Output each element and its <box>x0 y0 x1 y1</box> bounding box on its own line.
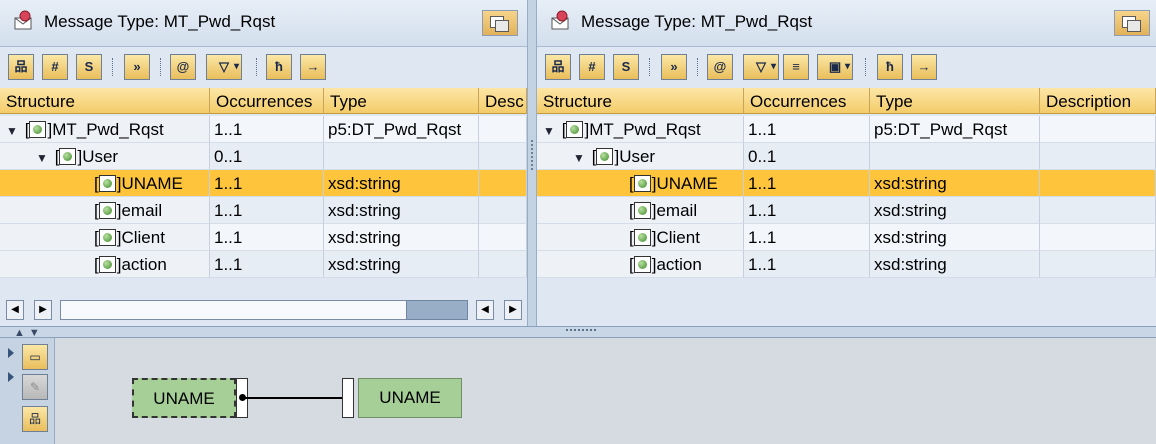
hierarchy-icon[interactable]: 品 <box>8 54 34 80</box>
table-grid-icon[interactable]: # <box>42 54 68 80</box>
table-grid-icon[interactable]: # <box>579 54 605 80</box>
node-icon <box>98 175 116 192</box>
scroll-left-button[interactable]: ◀ <box>476 300 494 320</box>
find-next-icon[interactable]: → <box>300 54 326 80</box>
source-titlebar: Message Type: MT_Pwd_Rqst <box>0 0 527 47</box>
namespace-icon[interactable]: @ <box>707 54 733 80</box>
mapping-editor-area: ▭ ✎ 品 UNAME UNAME <box>0 338 1156 444</box>
node-icon <box>633 202 651 219</box>
table-row[interactable]: []email 1..1 xsd:string <box>537 197 1156 224</box>
target-title: Message Type: MT_Pwd_Rqst <box>581 12 813 31</box>
find-icon[interactable]: ħ <box>266 54 292 80</box>
target-titlebar: Message Type: MT_Pwd_Rqst <box>537 0 1156 47</box>
find-icon[interactable]: ħ <box>877 54 903 80</box>
window-restore-button[interactable] <box>1114 10 1150 36</box>
filter-icon[interactable]: ▽ <box>206 54 242 80</box>
node-icon <box>596 148 614 165</box>
col-description[interactable]: Desc <box>479 88 527 114</box>
toolbar-expand-arrow-icon[interactable] <box>8 348 14 358</box>
node-icon <box>633 229 651 246</box>
mapping-connection-line[interactable] <box>242 397 350 399</box>
filter-icon[interactable]: ▽ <box>743 54 779 80</box>
window-restore-button[interactable] <box>482 10 518 36</box>
scroll-right-button[interactable]: ▶ <box>34 300 52 320</box>
source-icon[interactable]: S <box>76 54 102 80</box>
table-row-selected[interactable]: []UNAME 1..1 xsd:string <box>0 170 527 197</box>
col-type[interactable]: Type <box>870 88 1040 114</box>
edit-icon[interactable]: ✎ <box>22 374 48 400</box>
node-icon <box>566 121 584 138</box>
table-row[interactable]: []email 1..1 xsd:string <box>0 197 527 224</box>
col-description[interactable]: Description <box>1040 88 1156 114</box>
hierarchy-icon[interactable]: 品 <box>545 54 571 80</box>
structure-icon[interactable]: 品 <box>22 406 48 432</box>
find-next-icon[interactable]: → <box>911 54 937 80</box>
collapse-icon[interactable]: ▼ <box>6 124 20 138</box>
target-structure-pane: Message Type: MT_Pwd_Rqst 品 # S » @ ▽ ≡ … <box>537 0 1156 326</box>
scroll-right-button[interactable]: ▶ <box>504 300 522 320</box>
source-structure-pane: Message Type: MT_Pwd_Rqst 品 # S » @ ▽ ħ … <box>0 0 527 326</box>
node-icon <box>633 256 651 273</box>
horizontal-splitter[interactable]: ▲▼ <box>0 326 1156 339</box>
namespace-icon[interactable]: @ <box>170 54 196 80</box>
display-queue-icon[interactable]: ≡ <box>783 54 809 80</box>
col-structure[interactable]: Structure <box>537 88 744 114</box>
source-title: Message Type: MT_Pwd_Rqst <box>44 12 276 31</box>
collapse-icon[interactable]: ▼ <box>573 151 587 165</box>
table-row[interactable]: ▼ []MT_Pwd_Rqst 1..1 p5:DT_Pwd_Rqst <box>537 116 1156 143</box>
table-row-selected[interactable]: []UNAME 1..1 xsd:string <box>537 170 1156 197</box>
message-type-icon <box>551 10 569 30</box>
source-toolbar: 品 # S » @ ▽ ħ → <box>0 50 527 86</box>
expand-all-icon[interactable]: » <box>124 54 150 80</box>
expand-all-icon[interactable]: » <box>661 54 687 80</box>
col-occurrences[interactable]: Occurrences <box>210 88 324 114</box>
vertical-splitter[interactable] <box>527 0 537 326</box>
target-port[interactable] <box>342 378 354 418</box>
mapping-vertical-toolbar: ▭ ✎ 品 <box>0 338 55 444</box>
source-icon[interactable]: S <box>613 54 639 80</box>
node-icon <box>98 229 116 246</box>
table-row[interactable]: []action 1..1 xsd:string <box>537 251 1156 278</box>
target-toolbar: 品 # S » @ ▽ ≡ ▣ ħ → <box>537 50 1156 86</box>
message-type-icon <box>14 10 32 30</box>
target-field-box[interactable]: UNAME <box>358 378 462 418</box>
node-icon <box>59 148 77 165</box>
scroll-thumb[interactable] <box>406 300 468 320</box>
collapse-icon[interactable]: ▼ <box>543 124 557 138</box>
node-icon <box>98 202 116 219</box>
expand-icon[interactable]: ▭ <box>22 344 48 370</box>
table-row[interactable]: ▼ []MT_Pwd_Rqst 1..1 p5:DT_Pwd_Rqst <box>0 116 527 143</box>
table-row[interactable]: ▼ []User 0..1 <box>0 143 527 170</box>
test-icon[interactable]: ▣ <box>817 54 853 80</box>
scroll-left-button[interactable]: ◀ <box>6 300 24 320</box>
col-occurrences[interactable]: Occurrences <box>744 88 870 114</box>
node-icon <box>98 256 116 273</box>
collapse-icon[interactable]: ▼ <box>36 151 50 165</box>
horizontal-scrollbar[interactable]: ◀ ▶ ◀ ▶ <box>0 298 527 324</box>
node-icon <box>29 121 47 138</box>
table-row[interactable]: []action 1..1 xsd:string <box>0 251 527 278</box>
node-icon <box>633 175 651 192</box>
table-row[interactable]: ▼ []User 0..1 <box>537 143 1156 170</box>
toolbar-expand-arrow-icon[interactable] <box>8 372 14 382</box>
col-structure[interactable]: Structure <box>0 88 210 114</box>
table-row[interactable]: []Client 1..1 xsd:string <box>537 224 1156 251</box>
table-row[interactable]: []Client 1..1 xsd:string <box>0 224 527 251</box>
source-field-box[interactable]: UNAME <box>132 378 236 418</box>
col-type[interactable]: Type <box>324 88 479 114</box>
